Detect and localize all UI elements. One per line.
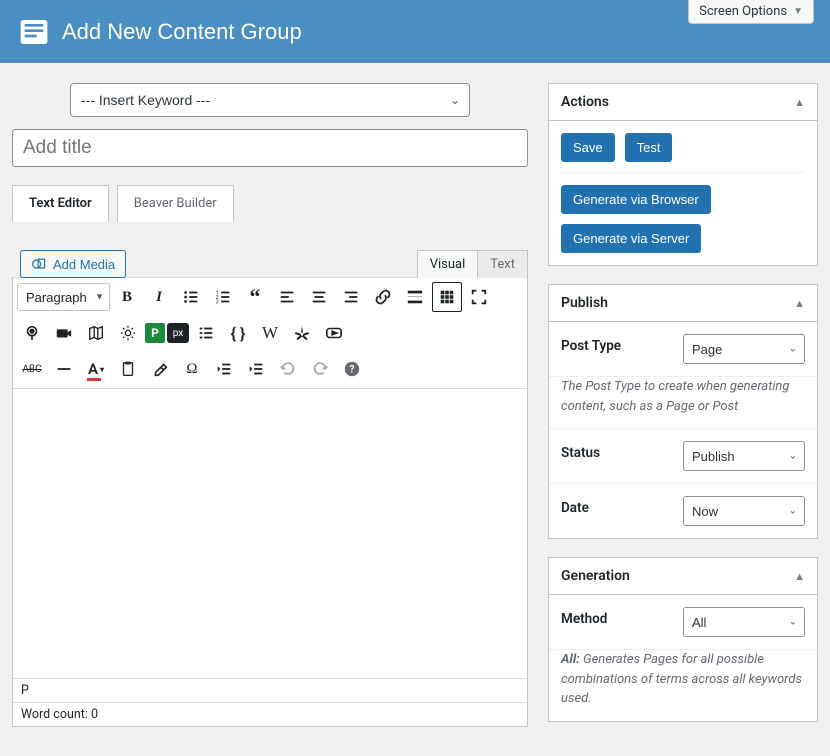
map-icon[interactable]	[81, 318, 111, 348]
status-label: Status	[561, 441, 600, 461]
special-char-icon[interactable]: Ω	[177, 354, 207, 384]
help-icon[interactable]: ?	[337, 354, 367, 384]
chevron-up-icon: ▲	[794, 96, 805, 109]
svg-text:?: ?	[350, 365, 355, 376]
page-title: Add New Content Group	[62, 19, 302, 45]
chevron-up-icon: ▲	[794, 297, 805, 310]
camera-icon[interactable]	[49, 318, 79, 348]
insert-keyword-select[interactable]: --- Insert Keyword ---	[70, 83, 470, 117]
toolbar-toggle-icon[interactable]	[432, 282, 462, 312]
ordered-list-icon[interactable]: 123	[208, 282, 238, 312]
panel-generation: Generation ▲ Method All ⌄ All: Generates…	[548, 557, 818, 722]
panel-publish: Publish ▲ Post Type Page ⌄ The Post Type…	[548, 284, 818, 539]
pin-icon[interactable]	[17, 318, 47, 348]
mode-tab-text[interactable]: Text	[478, 250, 528, 278]
align-left-icon[interactable]	[272, 282, 302, 312]
post-type-select[interactable]: Page	[683, 334, 805, 364]
word-count: Word count: 0	[13, 702, 527, 726]
mode-tab-visual[interactable]: Visual	[417, 250, 479, 278]
method-help: All: Generates Pages for all possible co…	[549, 650, 817, 721]
generate-server-button[interactable]: Generate via Server	[561, 224, 701, 253]
date-select[interactable]: Now	[683, 496, 805, 526]
paste-icon[interactable]	[113, 354, 143, 384]
undo-icon[interactable]	[273, 354, 303, 384]
wikipedia-icon[interactable]: W	[255, 318, 285, 348]
sun-icon[interactable]	[113, 318, 143, 348]
braces-icon[interactable]: { }	[223, 318, 253, 348]
chevron-up-icon: ▲	[794, 570, 805, 583]
editor-textarea[interactable]	[13, 388, 527, 678]
svg-text:3: 3	[216, 299, 219, 305]
add-media-button[interactable]: Add Media	[20, 250, 126, 278]
fullscreen-icon[interactable]	[464, 282, 494, 312]
chevron-down-icon: ▼	[793, 6, 803, 17]
save-button[interactable]: Save	[561, 133, 615, 162]
indent-icon[interactable]	[241, 354, 271, 384]
yelp-icon[interactable]	[287, 318, 317, 348]
text-color-icon[interactable]: A▾	[81, 354, 111, 384]
blockquote-icon[interactable]: “	[240, 282, 270, 312]
panel-publish-toggle[interactable]: Publish ▲	[549, 285, 817, 322]
test-button[interactable]: Test	[625, 133, 673, 162]
panel-actions-toggle[interactable]: Actions ▲	[549, 84, 817, 121]
outdent-icon[interactable]	[209, 354, 239, 384]
post-type-label: Post Type	[561, 334, 621, 354]
panel-generation-toggle[interactable]: Generation ▲	[549, 558, 817, 595]
align-center-icon[interactable]	[304, 282, 334, 312]
screen-options-toggle[interactable]: Screen Options ▼	[688, 0, 814, 24]
redo-icon[interactable]	[305, 354, 335, 384]
hr-icon[interactable]	[49, 354, 79, 384]
status-select[interactable]: Publish	[683, 441, 805, 471]
date-label: Date	[561, 496, 589, 516]
editor-element-path: P	[13, 679, 527, 702]
title-input[interactable]	[12, 129, 528, 167]
post-type-help: The Post Type to create when generating …	[549, 377, 817, 428]
pixabay-icon[interactable]: px	[167, 323, 189, 343]
italic-icon[interactable]: I	[144, 282, 174, 312]
unordered-list-icon[interactable]	[176, 282, 206, 312]
align-right-icon[interactable]	[336, 282, 366, 312]
method-select[interactable]: All	[683, 607, 805, 637]
media-icon	[31, 256, 47, 272]
youtube-icon[interactable]	[319, 318, 349, 348]
app-logo	[18, 16, 50, 48]
panel-actions: Actions ▲ Save Test Generate via Browser…	[548, 83, 818, 266]
p-box-icon[interactable]: P	[145, 323, 165, 343]
abc-icon[interactable]: ABC	[17, 354, 47, 384]
tab-text-editor[interactable]: Text Editor	[12, 185, 109, 222]
format-select[interactable]: Paragraph	[17, 283, 110, 311]
read-more-icon[interactable]	[400, 282, 430, 312]
clear-format-icon[interactable]	[145, 354, 175, 384]
generate-browser-button[interactable]: Generate via Browser	[561, 185, 711, 214]
list-icon[interactable]	[191, 318, 221, 348]
method-label: Method	[561, 607, 607, 627]
bold-icon[interactable]: B	[112, 282, 142, 312]
tab-beaver-builder[interactable]: Beaver Builder	[117, 185, 234, 222]
link-icon[interactable]	[368, 282, 398, 312]
